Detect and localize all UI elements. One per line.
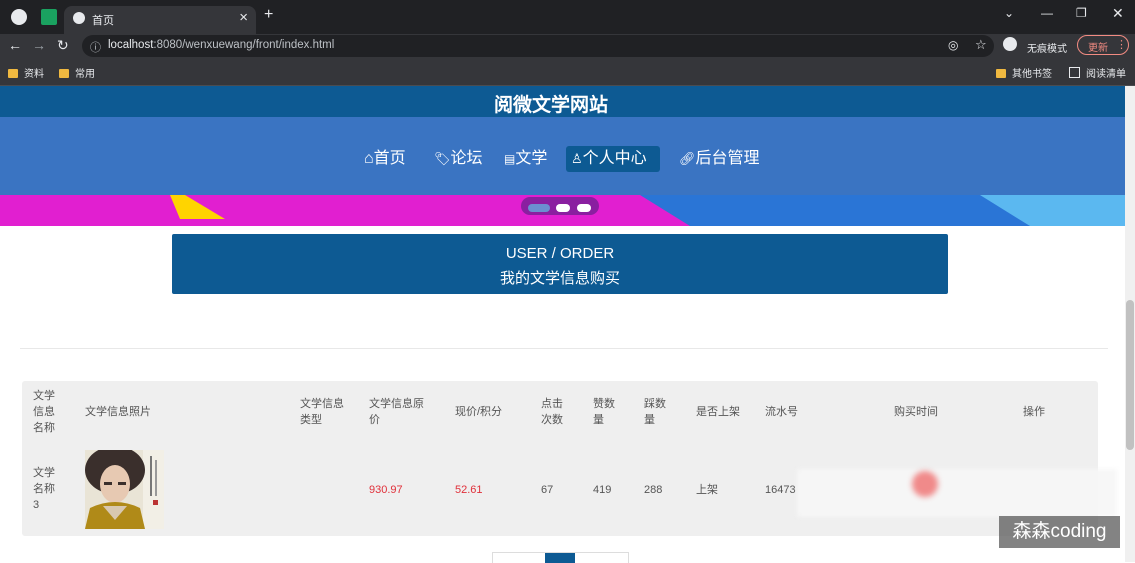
reading-list[interactable]: 阅读清单 <box>1069 65 1126 80</box>
section-title-en: USER / ORDER <box>505 245 615 262</box>
close-tab-icon[interactable]: × <box>239 9 248 26</box>
section-title-cn: 我的文学信息购买 <box>499 270 620 287</box>
scrollbar-thumb[interactable] <box>1126 300 1134 450</box>
cell-name: 文学名称3 <box>33 467 55 511</box>
url-bar[interactable]: ⓘ localhost:8080/wenxuewang/front/index.… <box>82 35 994 57</box>
bookmark-folder-2[interactable]: 常用 <box>59 65 95 80</box>
user-icon: ♙ <box>571 151 583 166</box>
main-nav: ⌂首页 🏷︎论坛 ▤文学 ♙个人中心 🔗︎后台管理 <box>0 117 1135 195</box>
folder-icon <box>59 69 69 78</box>
forward-icon[interactable]: → <box>32 37 46 53</box>
action-button[interactable] <box>912 471 938 497</box>
scrollbar[interactable] <box>1125 86 1135 562</box>
chevron-down-icon[interactable]: ⌄ <box>1004 6 1014 20</box>
table-header: 购买时间 <box>894 406 938 418</box>
globe-icon <box>73 12 85 24</box>
table-header: 是否上架 <box>696 406 740 418</box>
reload-icon[interactable]: ↻ <box>57 37 69 54</box>
close-window-icon[interactable]: ✕ <box>1112 5 1124 22</box>
table-header: 操作 <box>1023 406 1045 418</box>
nav-item-admin[interactable]: 🔗︎后台管理 <box>674 146 765 172</box>
carousel-indicator <box>521 197 599 215</box>
cell-dislikes: 288 <box>644 484 663 496</box>
home-icon: ⌂ <box>364 150 374 167</box>
incognito-icon <box>1003 37 1017 51</box>
folder-icon <box>8 69 18 78</box>
bookmarks-bar: 资料 常用 其他书签 阅读清单 <box>0 58 1135 86</box>
browser-tab-bar: 首页 × + ⌄ — ❐ ✕ <box>0 0 1135 34</box>
table-header: 赞数量 <box>593 398 615 426</box>
cell-clicks: 67 <box>541 484 554 496</box>
eye-off-icon[interactable]: ◎ <box>948 38 958 52</box>
video-watermark: 森森coding <box>999 516 1120 548</box>
cell-price: 52.61 <box>455 484 483 496</box>
banner-carousel[interactable] <box>0 195 1135 226</box>
site-header: 阅微文学网站 <box>0 86 1135 117</box>
cell-serial: 16473 <box>765 484 796 496</box>
table-header: 流水号 <box>765 406 798 418</box>
folder-icon <box>996 69 1006 78</box>
tag-icon: 🏷︎ <box>434 151 451 166</box>
cell-likes: 419 <box>593 484 612 496</box>
sheets-icon[interactable] <box>41 9 57 25</box>
nav-item-profile[interactable]: ♙个人中心 <box>566 146 660 172</box>
info-icon[interactable]: ⓘ <box>90 39 101 55</box>
tab-title: 首页 <box>92 15 114 27</box>
book-cover-illustration <box>85 450 164 529</box>
carousel-dot-active[interactable] <box>528 204 550 212</box>
more-icon: ⋮ <box>1116 39 1127 51</box>
pagination <box>492 552 629 563</box>
table-header: 文学信息类型 <box>300 398 344 426</box>
book-cover-image[interactable] <box>85 450 164 529</box>
url-text: localhost:8080/wenxuewang/front/index.ht… <box>108 39 335 51</box>
order-table: 文学信息名称 文学信息照片 文学信息类型 文学信息原价 现价/积分 点击次数 赞… <box>22 381 1117 536</box>
restore-icon[interactable]: ❐ <box>1076 6 1087 20</box>
reading-list-icon <box>1069 67 1080 78</box>
cell-original-price: 930.97 <box>369 484 403 496</box>
link-icon: 🔗︎ <box>679 151 696 166</box>
table-header: 文学信息原价 <box>369 398 424 426</box>
nav-item-home[interactable]: ⌂首页 <box>359 146 411 172</box>
nav-item-forum[interactable]: 🏷︎论坛 <box>429 146 488 172</box>
other-bookmarks[interactable]: 其他书签 <box>996 65 1052 80</box>
new-tab-icon[interactable]: + <box>264 6 273 24</box>
cell-on-shelf: 上架 <box>696 484 718 496</box>
nav-item-literature[interactable]: ▤文学 <box>499 146 552 172</box>
carousel-dot[interactable] <box>556 204 570 212</box>
globe-icon[interactable] <box>11 9 27 25</box>
blurred-region <box>797 469 1117 517</box>
table-header: 点击次数 <box>541 398 563 426</box>
divider <box>20 348 1108 349</box>
site-title: 阅微文学网站 <box>493 95 608 116</box>
back-icon[interactable]: ← <box>8 37 22 53</box>
incognito-label: 无痕模式 <box>1027 44 1067 55</box>
tab-home[interactable]: 首页 × <box>64 6 256 34</box>
star-icon[interactable]: ☆ <box>975 37 987 53</box>
section-heading: USER / ORDER 我的文学信息购买 <box>172 234 948 294</box>
address-bar-row: ← → ↻ ⓘ localhost:8080/wenxuewang/front/… <box>0 34 1135 58</box>
carousel-dot[interactable] <box>577 204 591 212</box>
table-header: 文学信息名称 <box>33 390 55 434</box>
table-header: 现价/积分 <box>455 406 503 418</box>
update-button[interactable]: 更新 ⋮ <box>1077 35 1129 55</box>
book-icon: ▤ <box>504 152 516 166</box>
table-header: 踩数量 <box>644 398 666 426</box>
minimize-icon[interactable]: — <box>1041 6 1053 20</box>
bookmark-folder-1[interactable]: 资料 <box>8 65 44 80</box>
table-header: 文学信息照片 <box>85 406 151 418</box>
